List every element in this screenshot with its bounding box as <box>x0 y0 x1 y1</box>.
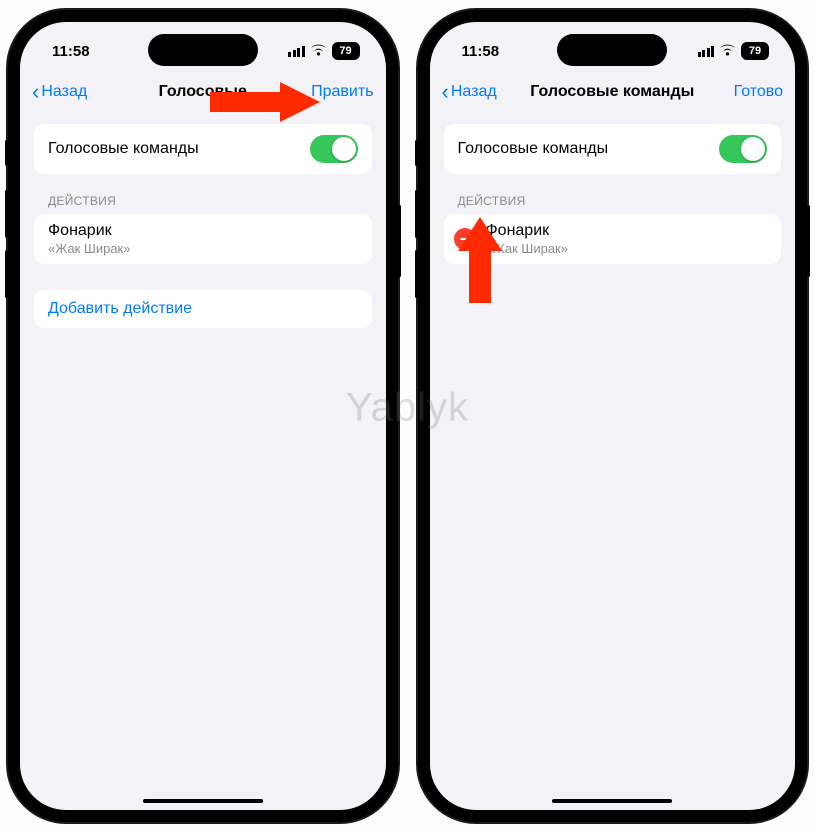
mute-switch[interactable] <box>5 140 8 166</box>
toggle-label: Голосовые команды <box>48 140 199 158</box>
phone-left: 11:58 79 ‹ Назад Голосовые Править Голос… <box>8 10 398 822</box>
back-button[interactable]: ‹ Назад <box>32 81 87 103</box>
home-indicator[interactable] <box>552 799 672 803</box>
volume-down-button[interactable] <box>5 250 8 298</box>
add-action-label: Добавить действие <box>48 300 192 318</box>
power-button[interactable] <box>398 205 401 277</box>
action-title: Фонарик <box>48 222 130 240</box>
action-phrase: «Жак Ширак» <box>48 241 130 256</box>
mute-switch[interactable] <box>415 140 418 166</box>
action-item[interactable]: Фонарик «Жак Ширак» <box>34 214 372 264</box>
back-label: Назад <box>451 83 497 101</box>
status-right: 79 <box>698 42 770 60</box>
voice-commands-toggle-cell[interactable]: Голосовые команды <box>34 124 372 174</box>
status-right: 79 <box>288 42 360 60</box>
done-button[interactable]: Готово <box>734 83 783 101</box>
toggle-knob <box>741 137 765 161</box>
home-indicator[interactable] <box>143 799 263 803</box>
screen-left: 11:58 79 ‹ Назад Голосовые Править Голос… <box>20 22 386 810</box>
voice-commands-toggle-cell[interactable]: Голосовые команды <box>444 124 782 174</box>
volume-up-button[interactable] <box>415 190 418 238</box>
nav-bar: ‹ Назад Голосовые команды Готово <box>430 72 796 112</box>
phone-right: 11:58 79 ‹ Назад Голосовые команды Готов… <box>418 10 808 822</box>
nav-title: Голосовые команды <box>530 83 694 101</box>
action-item-editing[interactable]: Фонарик «Жак Ширак» <box>444 214 782 264</box>
power-button[interactable] <box>807 205 810 277</box>
nav-title: Голосовые <box>159 83 247 101</box>
status-time: 11:58 <box>462 43 500 60</box>
status-time: 11:58 <box>52 43 90 60</box>
battery-icon: 79 <box>741 42 769 60</box>
back-button[interactable]: ‹ Назад <box>442 81 497 103</box>
chevron-left-icon: ‹ <box>442 81 449 103</box>
cellular-icon <box>698 46 715 57</box>
wifi-icon <box>310 43 327 60</box>
back-label: Назад <box>41 83 87 101</box>
content-area: Голосовые команды ДЕЙСТВИЯ Фонарик «Жак … <box>20 112 386 328</box>
screen-right: 11:58 79 ‹ Назад Голосовые команды Готов… <box>430 22 796 810</box>
voice-commands-toggle[interactable] <box>719 135 767 163</box>
edit-button[interactable]: Править <box>311 83 373 101</box>
wifi-icon <box>719 43 736 60</box>
battery-icon: 79 <box>332 42 360 60</box>
cellular-icon <box>288 46 305 57</box>
volume-down-button[interactable] <box>415 250 418 298</box>
minus-icon <box>460 238 470 240</box>
actions-section-header: ДЕЙСТВИЯ <box>34 174 372 214</box>
content-area: Голосовые команды ДЕЙСТВИЯ Фонарик «Жак … <box>430 112 796 264</box>
toggle-knob <box>332 137 356 161</box>
chevron-left-icon: ‹ <box>32 81 39 103</box>
dynamic-island <box>557 34 667 66</box>
action-title: Фонарик <box>486 222 568 240</box>
dynamic-island <box>148 34 258 66</box>
toggle-label: Голосовые команды <box>458 140 609 158</box>
actions-section-header: ДЕЙСТВИЯ <box>444 174 782 214</box>
nav-bar: ‹ Назад Голосовые Править <box>20 72 386 112</box>
voice-commands-toggle[interactable] <box>310 135 358 163</box>
delete-action-button[interactable] <box>454 228 476 250</box>
action-phrase: «Жак Ширак» <box>486 241 568 256</box>
volume-up-button[interactable] <box>5 190 8 238</box>
add-action-button[interactable]: Добавить действие <box>34 290 372 328</box>
